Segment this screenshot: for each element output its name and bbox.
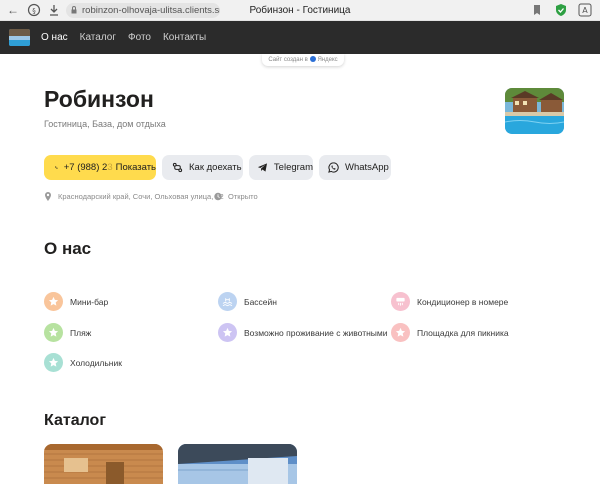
location-pin-icon [45,192,51,201]
star-icon [44,292,63,311]
created-with-badge[interactable]: Сайт создан в Яндекс [262,54,344,66]
telegram-icon [257,163,268,172]
phone-button[interactable]: +7 (988) 23 Показать [44,155,156,180]
catalog-item-photo[interactable] [44,444,163,484]
site-header: О нас Каталог Фото Контакты [0,21,600,54]
whatsapp-button[interactable]: WhatsApp [319,155,391,180]
yandex-browser-icon[interactable]: § [27,3,41,17]
route-label: Как доехать [189,162,242,173]
status-text: Открыто [228,192,258,201]
back-icon[interactable]: ← [6,3,20,17]
phone-show-label: Показать [115,162,156,173]
address-text: Краснодарский край, Сочи, Ольховая улица… [58,192,224,201]
created-prefix: Сайт создан в [268,57,308,63]
opening-status[interactable]: Открыто [214,192,258,201]
feature-label: Возможно проживание с животными [244,327,388,338]
feature-picnic-area: Площадка для пикника [391,323,509,342]
svg-text:§: § [32,7,36,15]
nav-link-about[interactable]: О нас [41,32,68,43]
url-text: robinzon-olhovaja-ulitsa.clients.site [82,5,220,16]
whatsapp-label: WhatsApp [345,162,389,173]
telegram-button[interactable]: Telegram [249,155,313,180]
feature-label: Кондиционер в номере [417,296,509,307]
phone-number-hidden: 3 [107,162,113,173]
feature-minibar: Мини-бар [44,292,108,311]
star-icon [44,323,63,342]
route-icon [172,162,183,173]
catalog-item-photo[interactable] [178,444,297,484]
phone-icon [55,166,58,169]
about-heading: О нас [44,239,92,258]
nav-link-photo[interactable]: Фото [128,32,151,43]
address[interactable]: Краснодарский край, Сочи, Ольховая улица… [44,192,224,201]
bookmark-icon[interactable] [530,3,544,17]
star-icon [218,323,237,342]
feature-label: Пляж [70,327,92,338]
feature-pets-allowed: Возможно проживание с животными [218,323,388,342]
nav-link-contacts[interactable]: Контакты [163,32,206,43]
catalog-heading: Каталог [44,412,106,429]
page-subtitle: Гостиница, База, дом отдыха [44,119,166,129]
translate-icon[interactable]: A [578,3,592,17]
yandex-logo-icon [310,56,317,63]
feature-air-conditioner: Кондиционер в номере [391,292,508,311]
hotel-photo[interactable] [505,88,564,134]
svg-text:A: A [582,6,588,15]
clock-icon [214,192,222,201]
feature-label: Мини-бар [70,296,109,307]
feature-pool: Бассейн [218,292,277,311]
address-bar[interactable]: robinzon-olhovaja-ulitsa.clients.site [66,3,220,18]
protect-shield-icon[interactable] [554,3,568,17]
air-conditioner-icon [391,292,410,311]
feature-label: Бассейн [244,296,277,307]
phone-number: +7 (988) 2 [63,162,108,173]
lock-icon [71,6,77,14]
site-logo[interactable] [9,29,30,46]
feature-beach: Пляж [44,323,91,342]
download-icon[interactable] [47,3,61,17]
pool-icon [218,292,237,311]
nav-link-catalog[interactable]: Каталог [80,32,116,43]
whatsapp-icon [328,162,339,173]
browser-toolbar: ← § robinzon-olhovaja-ulitsa.clients.sit… [0,0,600,21]
route-button[interactable]: Как доехать [162,155,243,180]
star-icon [391,323,410,342]
telegram-label: Telegram [273,162,313,173]
feature-label: Холодильник [70,357,122,368]
feature-label: Площадка для пикника [417,327,509,338]
created-brand: Яндекс [317,57,338,63]
feature-fridge: Холодильник [44,353,122,372]
page-title: Робинзон [44,86,154,112]
star-icon [44,353,63,372]
